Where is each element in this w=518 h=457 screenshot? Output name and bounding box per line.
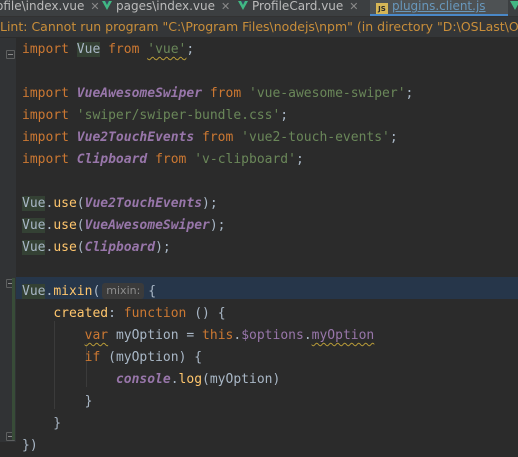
code-line: Vue.use(Vue2TouchEvents); <box>22 196 218 211</box>
code-line: } <box>22 394 93 409</box>
code-line: import VueAwesomeSwiper from 'vue-awesom… <box>22 86 414 101</box>
tab-pages-index-vue[interactable]: pages\index.vue ✕ <box>102 0 230 16</box>
code-line: var myOption = this.$options.myOption <box>84 328 375 343</box>
code-line: import 'swiper/swiper-bundle.css'; <box>22 108 289 123</box>
close-icon[interactable]: ✕ <box>90 0 99 13</box>
code-line: console.log(myOption) <box>115 372 281 387</box>
editor-tab-bar: ofile\index.vue ✕ pages\index.vue ✕ Profil… <box>0 0 518 17</box>
fold-icon[interactable] <box>6 50 15 59</box>
close-icon[interactable]: ✕ <box>349 0 358 13</box>
code-line: created: function () { <box>53 306 226 321</box>
code-line: import Clipboard from 'v-clipboard'; <box>22 152 304 167</box>
parameter-hint: mixin: <box>102 283 145 299</box>
vcs-change-marker[interactable] <box>12 278 15 440</box>
js-file-icon: JS <box>376 3 388 15</box>
tab-label: plugins.client.js <box>392 0 486 13</box>
tab-label: ProfileCard.vue <box>252 0 344 13</box>
code-line: Vue.mixin(mixin:{ <box>22 283 157 299</box>
lint-warning-banner: Lint: Cannot run program "C:\Program Fil… <box>0 17 518 38</box>
vue-file-icon <box>238 1 248 10</box>
code-line: import Vue from 'vue'; <box>22 42 195 57</box>
code-editor[interactable]: import Vue from 'vue'; import VueAwesome… <box>22 39 518 457</box>
code-line: if (myOption) { <box>84 350 203 365</box>
code-line: import Vue2TouchEvents from 'vue2-touch-… <box>22 130 398 145</box>
code-line: Vue.use(Clipboard); <box>22 240 171 255</box>
lint-warning-text: Lint: Cannot run program "C:\Program Fil… <box>0 19 518 34</box>
code-line: }) <box>22 438 38 453</box>
tab-profile-index-vue[interactable]: ofile\index.vue ✕ <box>0 0 100 16</box>
code-line: } <box>22 416 62 431</box>
tab-label: ofile\index.vue <box>0 0 85 13</box>
vue-file-icon <box>510 1 518 10</box>
tab-profilecard-vue[interactable]: ProfileCard.vue ✕ <box>238 0 362 16</box>
tab-label: pages\index.vue <box>116 0 215 13</box>
editor-gutter <box>0 38 16 442</box>
code-line: Vue.use(VueAwesomeSwiper); <box>22 218 226 233</box>
tab-plugins-client-js[interactable]: JS plugins.client.js <box>370 0 508 16</box>
vue-file-icon <box>102 1 112 10</box>
tab-overflow[interactable] <box>510 0 518 16</box>
close-icon[interactable]: ✕ <box>221 0 230 13</box>
